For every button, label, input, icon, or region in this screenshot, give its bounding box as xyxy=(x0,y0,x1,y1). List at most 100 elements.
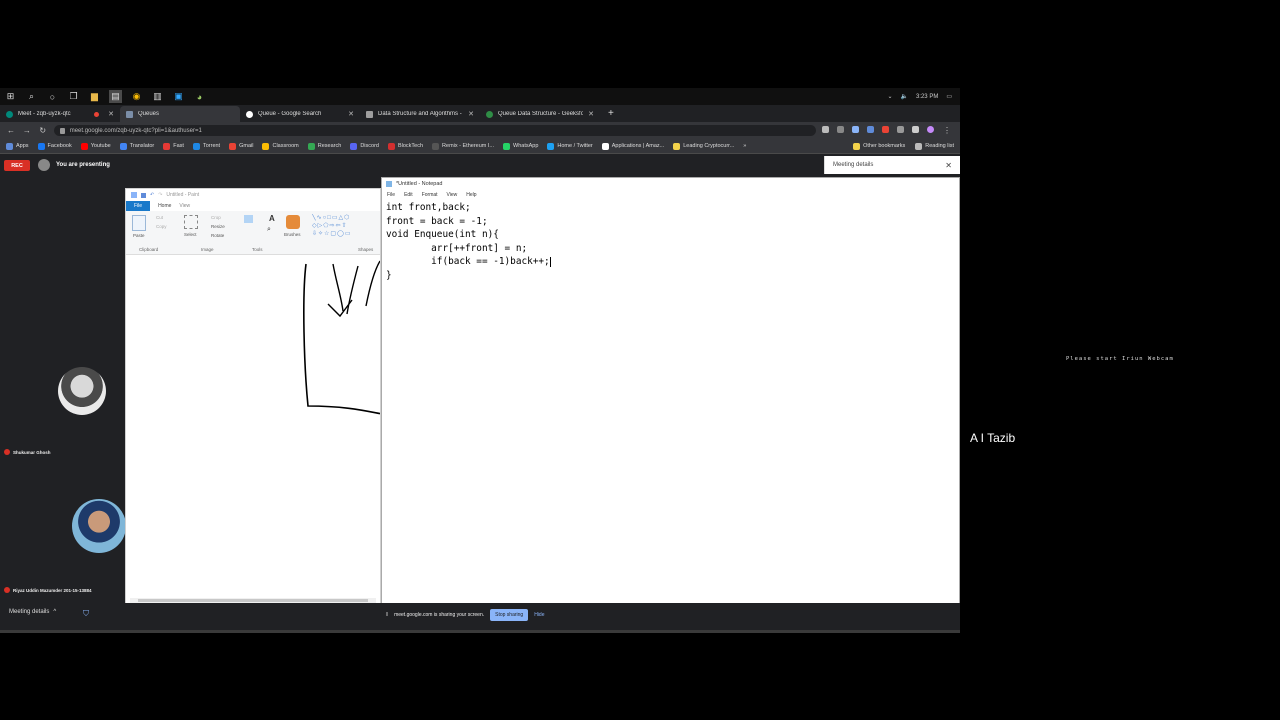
photoshop-taskbar-icon[interactable]: ▣ xyxy=(172,90,185,103)
chrome-taskbar-icon[interactable]: ◉ xyxy=(130,90,143,103)
save-icon[interactable] xyxy=(141,192,146,198)
magnifier-icon[interactable]: ⌕ xyxy=(267,226,271,234)
address-bar[interactable]: meet.google.com/zqb-uyzk-qtc?pli=1&authu… xyxy=(53,125,817,136)
menu-view[interactable]: View xyxy=(447,192,458,198)
bookmark-item[interactable]: Discord xyxy=(350,142,379,150)
bookmark-item[interactable]: Torrent xyxy=(192,142,220,150)
dark-reader-icon[interactable] xyxy=(897,126,905,133)
windows-taskbar: ⊞ ⌕ ○ ❐ ▆ ▤ ◉ ▥ ▣ ◕ ⌄ 🔈 3:23 PM ▭ xyxy=(0,88,960,105)
tab-queues[interactable]: Queues xyxy=(120,106,240,122)
other-bookmarks-folder[interactable]: Other bookmarks xyxy=(853,142,905,150)
redo-icon[interactable]: ↷ xyxy=(158,192,162,198)
undo-icon[interactable]: ↶ xyxy=(150,192,154,198)
bookmark-item[interactable]: Applications | Amaz... xyxy=(601,142,664,150)
reload-icon[interactable]: ↻ xyxy=(38,126,48,135)
notepad-window: *Untitled - Notepad File Edit Format Vie… xyxy=(381,177,960,608)
pencil-icon[interactable] xyxy=(244,215,253,223)
cortana-icon[interactable]: ○ xyxy=(46,90,59,103)
tab-meet[interactable]: Meet - zqb-uyzk-qtc ✕ xyxy=(0,106,120,122)
bookmark-item[interactable]: Facebook xyxy=(37,142,72,150)
paint-ribbon: Paste Cut Copy Select Crop Resize Rotate… xyxy=(126,211,380,255)
menu-file[interactable]: File xyxy=(387,192,395,198)
presenting-indicator: You are presenting xyxy=(38,159,110,171)
google-favicon-icon xyxy=(246,110,253,118)
star-icon[interactable] xyxy=(852,126,860,133)
notification-icon[interactable]: ▭ xyxy=(946,93,952,100)
cut-label[interactable]: Cut xyxy=(156,215,163,220)
camera-icon[interactable] xyxy=(822,126,830,133)
resize-label[interactable]: Resize xyxy=(211,224,225,229)
select-button[interactable] xyxy=(184,215,198,229)
profile-avatar[interactable] xyxy=(927,126,935,133)
file-explorer-icon[interactable]: ▆ xyxy=(88,90,101,103)
paint-canvas[interactable] xyxy=(126,256,383,592)
bookmark-label: Facebook xyxy=(47,143,72,149)
tab-dsa[interactable]: Data Structure and Algorithms - ✕ xyxy=(360,106,480,122)
kebab-menu-icon[interactable]: ⋮ xyxy=(942,126,952,135)
drawing-strokes xyxy=(303,260,383,415)
back-arrow-icon[interactable]: ← xyxy=(6,126,16,135)
zoom-icon[interactable] xyxy=(837,126,845,133)
bookmark-item[interactable]: Fast xyxy=(163,142,184,150)
paint-taskbar-icon[interactable]: ◕ xyxy=(193,90,206,103)
paint-title: Untitled - Paint xyxy=(166,192,200,198)
copy-label[interactable]: Copy xyxy=(156,224,167,229)
forward-arrow-icon[interactable]: → xyxy=(22,126,32,135)
notes-taskbar-icon[interactable]: ▥ xyxy=(151,90,164,103)
bookmark-item[interactable]: Research xyxy=(307,142,341,150)
text-tool-icon[interactable]: A xyxy=(269,214,275,223)
tab-label: Queue - Google Search xyxy=(258,111,322,117)
tab-geeksforgeeks[interactable]: Queue Data Structure - Geeksfo ✕ xyxy=(480,106,600,122)
puzzle-icon[interactable] xyxy=(912,126,920,133)
tab-google-search[interactable]: Queue - Google Search ✕ xyxy=(240,106,360,122)
bookmark-item[interactable]: Classroom xyxy=(262,142,299,150)
shapes-gallery[interactable]: ╲∿○□▭△⬡ ◇▷⬠⇨⇦⇧ ⇩✧☆▢◯▭ xyxy=(312,214,380,240)
search-icon[interactable]: ⌕ xyxy=(25,90,38,103)
close-tab-icon[interactable]: ✕ xyxy=(108,110,114,118)
stop-sharing-button[interactable]: Stop sharing xyxy=(490,609,529,621)
menu-format[interactable]: Format xyxy=(422,192,438,198)
close-tab-icon[interactable]: ✕ xyxy=(348,110,354,118)
drag-handle-icon[interactable]: ‖ xyxy=(386,612,388,618)
new-tab-button[interactable]: + xyxy=(600,106,622,122)
recording-dot-icon xyxy=(94,111,100,117)
menu-edit[interactable]: Edit xyxy=(404,192,413,198)
close-icon[interactable]: ✕ xyxy=(945,161,952,170)
close-tab-icon[interactable]: ✕ xyxy=(588,110,594,118)
extension-icon[interactable] xyxy=(867,126,875,133)
clock[interactable]: 3:23 PM xyxy=(916,94,938,100)
tab-home[interactable]: Home xyxy=(158,203,171,209)
bookmark-item[interactable]: BlockTech xyxy=(387,142,423,150)
bookmark-item[interactable]: Remix - Ethereum I... xyxy=(432,142,494,150)
notepad-taskbar-icon[interactable]: ▤ xyxy=(109,90,122,103)
tab-view[interactable]: View xyxy=(179,203,190,209)
chevron-up-icon[interactable]: ⌄ xyxy=(887,93,892,100)
windows-start-icon[interactable]: ⊞ xyxy=(4,90,17,103)
rotate-label[interactable]: Rotate xyxy=(211,233,224,238)
menu-help[interactable]: Help xyxy=(466,192,476,198)
brushes-button[interactable] xyxy=(286,215,300,229)
volume-icon[interactable]: 🔈 xyxy=(900,93,907,100)
bookmark-item[interactable]: Translator xyxy=(119,142,154,150)
hide-button[interactable]: Hide xyxy=(534,612,544,618)
meeting-details-button[interactable]: Meeting details ^ xyxy=(9,609,56,615)
more-bookmarks-icon[interactable]: » xyxy=(743,143,746,149)
bookmark-item[interactable]: Leading Cryptocurr... xyxy=(673,142,734,150)
paste-button[interactable] xyxy=(132,215,146,231)
close-tab-icon[interactable]: ✕ xyxy=(468,110,474,118)
shield-icon[interactable]: ⛉ xyxy=(83,609,91,618)
task-view-icon[interactable]: ❐ xyxy=(67,90,80,103)
bookmark-item[interactable]: Apps xyxy=(6,142,29,150)
adblock-icon[interactable] xyxy=(882,126,890,133)
paint-titlebar: ↶ ↷ Untitled - Paint xyxy=(126,189,380,201)
bookmark-item[interactable]: Youtube xyxy=(80,142,111,150)
bookmark-item[interactable]: Home / Twitter xyxy=(547,142,593,150)
reading-list-button[interactable]: Reading list xyxy=(915,142,954,150)
tab-label: Data Structure and Algorithms - xyxy=(378,111,462,117)
avatar xyxy=(38,159,50,171)
bookmark-item[interactable]: WhatsApp xyxy=(503,142,538,150)
tab-file[interactable]: File xyxy=(126,201,151,211)
bookmark-item[interactable]: Gmail xyxy=(229,142,253,150)
notepad-editor[interactable]: int front,back; front = back = -1; void En… xyxy=(386,201,551,282)
crop-label[interactable]: Crop xyxy=(211,215,221,220)
